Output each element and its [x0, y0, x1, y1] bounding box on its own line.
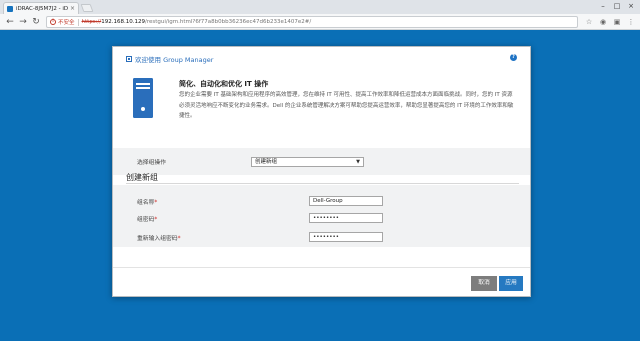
insecure-label: 不安全 [58, 20, 75, 26]
star-icon[interactable]: ☆ [584, 17, 594, 27]
group-action-label: 选择组操作 [137, 160, 166, 166]
url-host: 192.168.10.129 [101, 19, 145, 25]
back-icon[interactable]: ← [4, 16, 16, 28]
tab-title: iDRAC-8J5M7J2 - iDRA [16, 5, 68, 12]
group-action-row: 选择组操作 创建新组 ▼ [113, 148, 530, 175]
maximize-icon[interactable]: □ [610, 0, 624, 12]
forward-icon[interactable]: → [17, 16, 29, 28]
extension-icon[interactable]: ▣ [612, 17, 622, 27]
confirm-password-input[interactable]: •••••••• [309, 232, 383, 242]
intro-section: 简化、自动化和优化 IT 操作 您的企业需要 IT 基础架构和应用程序的高效管理… [113, 69, 530, 175]
group-name-label: 组名称* [137, 200, 158, 206]
group-action-select[interactable]: 创建新组 ▼ [251, 157, 364, 167]
group-password-input[interactable]: •••••••• [309, 213, 383, 223]
browser-toolbar: ← → ↻ ! 不安全 https:// 192.168.10.129 /res… [0, 14, 640, 30]
group-manager-icon [126, 56, 132, 62]
group-password-label: 组密码* [137, 217, 158, 223]
dropdown-arrow-icon: ▼ [356, 159, 360, 165]
group-action-value: 创建新组 [255, 159, 278, 165]
help-icon[interactable]: ? [510, 54, 517, 61]
url-scheme: https:// [81, 19, 102, 25]
menu-icon[interactable]: ⋮ [626, 17, 636, 27]
browser-tabbar: iDRAC-8J5M7J2 - iDRA × – □ × [0, 0, 640, 14]
dialog-title: 欢迎使用 Group Manager [126, 54, 213, 64]
address-bar[interactable]: ! 不安全 https:// 192.168.10.129 /restgui/i… [46, 16, 578, 28]
group-name-input[interactable]: Dell-Group [309, 196, 383, 206]
dialog-footer: 取消 应用 [113, 267, 530, 298]
warning-icon: ! [50, 19, 56, 25]
new-tab-button[interactable] [80, 4, 94, 12]
close-window-icon[interactable]: × [624, 0, 638, 12]
server-icon [133, 78, 153, 118]
dialog-title-text: 欢迎使用 Group Manager [135, 56, 214, 64]
apply-button[interactable]: 应用 [499, 276, 523, 291]
intro-description: 您的企业需要 IT 基础架构和应用程序的高效管理，您在维持 IT 可用性、提高工… [179, 92, 514, 119]
create-group-form: 组名称* Dell-Group 组密码* •••••••• 重新输入组密码* •… [113, 185, 530, 247]
section-title: 创建新组 [126, 173, 158, 182]
url-path: /restgui/igm.html?6f77a8b0bb36236ec47d6b… [144, 19, 312, 25]
group-manager-dialog: 欢迎使用 Group Manager ? 简化、自动化和优化 IT 操作 您的企… [112, 46, 531, 297]
dialog-header: 欢迎使用 Group Manager ? [113, 47, 530, 69]
section-divider [126, 183, 519, 184]
browser-tab[interactable]: iDRAC-8J5M7J2 - iDRA × [3, 2, 79, 14]
minimize-icon[interactable]: – [596, 0, 610, 12]
address-divider [77, 18, 79, 26]
confirm-password-label: 重新输入组密码* [137, 236, 181, 242]
tab-close-icon[interactable]: × [70, 5, 75, 12]
reload-icon[interactable]: ↻ [30, 16, 42, 28]
cancel-button[interactable]: 取消 [471, 276, 497, 291]
extension-icon[interactable]: ◉ [598, 17, 608, 27]
intro-heading: 简化、自动化和优化 IT 操作 [179, 80, 269, 88]
idrac-favicon-icon [7, 5, 13, 12]
